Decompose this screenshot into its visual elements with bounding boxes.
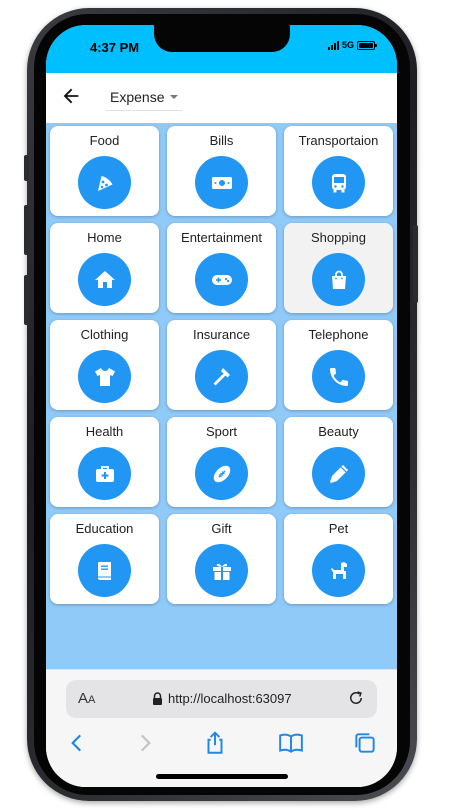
category-tile-bills[interactable]: Bills xyxy=(167,126,276,216)
medical-kit-icon xyxy=(78,447,131,500)
browser-forward-button[interactable] xyxy=(132,730,158,756)
volume-down-button xyxy=(24,275,29,325)
phone-icon xyxy=(312,350,365,403)
category-label: Bills xyxy=(209,133,234,148)
share-icon xyxy=(207,731,223,754)
category-tile-food[interactable]: Food xyxy=(50,126,159,216)
category-label: Food xyxy=(89,133,120,148)
pizza-icon xyxy=(78,156,131,209)
pen-icon xyxy=(312,447,365,500)
bookmarks-button[interactable] xyxy=(278,730,304,756)
tabs-icon xyxy=(355,733,375,753)
reader-settings-button[interactable]: AA xyxy=(78,690,95,707)
power-button xyxy=(413,225,418,303)
reload-icon[interactable] xyxy=(347,689,365,707)
gamepad-icon xyxy=(195,253,248,306)
arrow-left-icon xyxy=(63,88,79,104)
category-label: Gift xyxy=(211,521,232,536)
category-tile-beauty[interactable]: Beauty xyxy=(284,417,393,507)
back-button[interactable] xyxy=(60,85,82,107)
category-label: Beauty xyxy=(318,424,359,439)
category-tile-gift[interactable]: Gift xyxy=(167,514,276,604)
category-grid-area: Food Bills Transportaion Home Entertainm… xyxy=(46,123,397,669)
category-tile-transportaion[interactable]: Transportaion xyxy=(284,126,393,216)
status-indicators: 5G xyxy=(327,40,377,50)
category-label: Shopping xyxy=(311,230,366,245)
shopping-bag-icon xyxy=(312,253,365,306)
network-label: 5G xyxy=(341,40,354,50)
gift-icon xyxy=(195,544,248,597)
category-label: Education xyxy=(75,521,134,536)
battery-icon xyxy=(357,40,377,50)
category-tile-home[interactable]: Home xyxy=(50,223,159,313)
chevron-left-icon xyxy=(71,734,82,752)
tabs-button[interactable] xyxy=(352,730,378,756)
category-label: Transportaion xyxy=(298,133,379,148)
book-icon xyxy=(78,544,131,597)
category-grid: Food Bills Transportaion Home Entertainm… xyxy=(50,126,393,604)
money-icon xyxy=(195,156,248,209)
shirt-icon xyxy=(78,350,131,403)
status-time: 4:37 PM xyxy=(90,40,140,55)
chevron-down-icon xyxy=(170,94,179,99)
category-label: Health xyxy=(85,424,124,439)
category-label: Insurance xyxy=(192,327,251,342)
volume-up-button xyxy=(24,205,29,255)
home-icon xyxy=(78,253,131,306)
reader-settings-label-big: A xyxy=(78,690,89,707)
book-open-icon xyxy=(279,733,303,753)
transaction-type-dropdown[interactable]: Expense xyxy=(106,83,183,111)
chevron-right-icon xyxy=(140,734,151,752)
dog-icon xyxy=(312,544,365,597)
status-bar: 4:37 PM 5G xyxy=(46,25,397,73)
category-tile-insurance[interactable]: Insurance xyxy=(167,320,276,410)
notch xyxy=(154,25,290,52)
category-tile-telephone[interactable]: Telephone xyxy=(284,320,393,410)
category-tile-education[interactable]: Education xyxy=(50,514,159,604)
share-button[interactable] xyxy=(202,730,228,756)
lock-icon xyxy=(153,692,162,705)
category-label: Clothing xyxy=(80,327,129,342)
reader-settings-label-small: A xyxy=(88,694,96,706)
browser-toolbar xyxy=(46,730,397,758)
app-bar: Expense xyxy=(46,73,397,123)
category-tile-clothing[interactable]: Clothing xyxy=(50,320,159,410)
category-tile-pet[interactable]: Pet xyxy=(284,514,393,604)
category-label: Entertainment xyxy=(181,230,262,245)
category-tile-health[interactable]: Health xyxy=(50,417,159,507)
home-indicator xyxy=(156,774,288,779)
mute-switch xyxy=(24,155,29,181)
category-tile-sport[interactable]: Sport xyxy=(167,417,276,507)
category-tile-entertainment[interactable]: Entertainment xyxy=(167,223,276,313)
phone-screen: 4:37 PM 5G Expense Food Bills Transporta… xyxy=(46,25,397,787)
category-label: Home xyxy=(87,230,122,245)
signal-icon xyxy=(327,40,339,50)
url-text: http://localhost:63097 xyxy=(168,691,292,706)
category-label: Sport xyxy=(205,424,238,439)
browser-back-button[interactable] xyxy=(64,730,90,756)
category-label: Telephone xyxy=(308,327,369,342)
category-tile-shopping[interactable]: Shopping xyxy=(284,223,393,313)
url-field[interactable]: AA http://localhost:63097 xyxy=(66,680,377,718)
transaction-type-label: Expense xyxy=(110,88,165,105)
football-icon xyxy=(195,447,248,500)
bus-icon xyxy=(312,156,365,209)
hammer-icon xyxy=(195,350,248,403)
category-label: Pet xyxy=(328,521,349,536)
browser-bar: AA http://localhost:63097 xyxy=(46,669,397,787)
